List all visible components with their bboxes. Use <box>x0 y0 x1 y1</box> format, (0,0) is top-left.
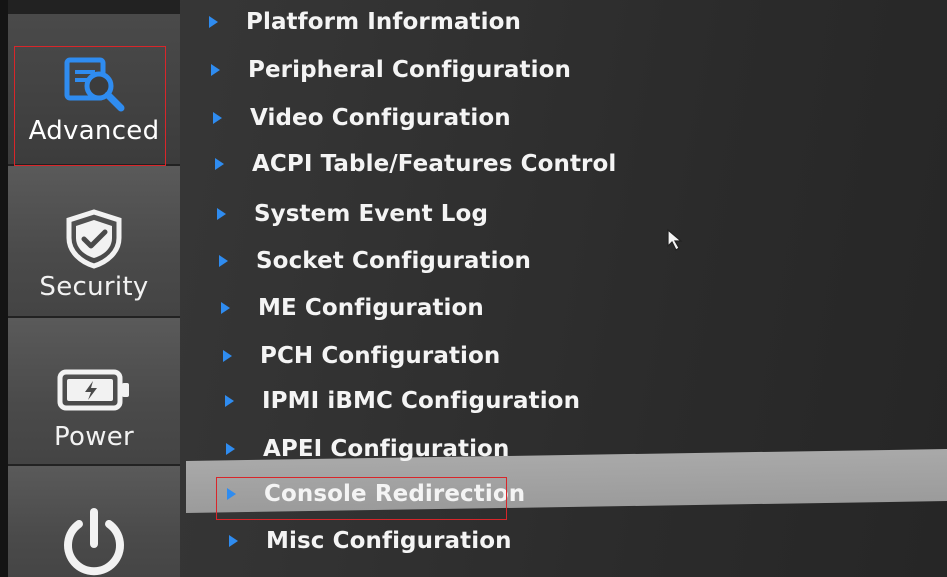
menu-item-video-configuration[interactable]: Video Configuration <box>213 96 511 140</box>
menu-item-ipmi-ibmc-configuration[interactable]: IPMI iBMC Configuration <box>225 379 580 423</box>
console-redirection-highlight-box <box>216 477 507 520</box>
menu-item-peripheral-configuration[interactable]: Peripheral Configuration <box>211 48 571 92</box>
menu-item-label: IPMI iBMC Configuration <box>262 388 581 414</box>
menu-item-label: Misc Configuration <box>266 528 512 554</box>
menu-item-platform-information[interactable]: Platform Information <box>209 0 521 44</box>
advanced-highlight-box <box>14 46 166 166</box>
sidebar-item-power[interactable]: Power <box>8 318 180 464</box>
sidebar-item-security[interactable]: Security <box>8 166 180 316</box>
shield-check-icon <box>59 208 129 270</box>
submenu-arrow-icon <box>219 255 228 267</box>
menu-item-label: Peripheral Configuration <box>248 57 571 83</box>
menu-item-label: Platform Information <box>246 9 522 35</box>
menu-item-label: Socket Configuration <box>256 248 531 274</box>
sidebar-item-boot[interactable] <box>8 466 180 577</box>
submenu-arrow-icon <box>223 350 232 362</box>
menu-item-label: System Event Log <box>254 201 489 227</box>
menu-item-label: ACPI Table/Features Control <box>252 151 617 177</box>
sidebar-item-label: Power <box>53 422 135 452</box>
menu-item-label: Video Configuration <box>250 105 511 131</box>
submenu-arrow-icon <box>211 64 220 76</box>
submenu-arrow-icon <box>226 443 235 455</box>
bios-screen: Advanced Security Power Platform Informa… <box>0 0 947 577</box>
submenu-arrow-icon <box>229 535 238 547</box>
menu-item-apei-configuration[interactable]: APEI Configuration <box>226 427 509 471</box>
battery-icon <box>56 366 132 414</box>
menu-item-label: APEI Configuration <box>263 436 510 462</box>
menu-item-me-configuration[interactable]: ME Configuration <box>221 286 484 330</box>
menu-item-label: ME Configuration <box>258 295 484 321</box>
menu-item-label: PCH Configuration <box>260 343 501 369</box>
menu-item-misc-configuration[interactable]: Misc Configuration <box>229 519 512 563</box>
menu-item-socket-configuration[interactable]: Socket Configuration <box>219 239 531 283</box>
menu-item-pch-configuration[interactable]: PCH Configuration <box>223 334 500 378</box>
submenu-arrow-icon <box>225 395 234 407</box>
mouse-pointer-icon <box>666 228 690 258</box>
menu-item-system-event-log[interactable]: System Event Log <box>217 192 488 236</box>
power-button-icon <box>54 504 134 577</box>
submenu-arrow-icon <box>215 158 224 170</box>
submenu-arrow-icon <box>221 302 230 314</box>
submenu-arrow-icon <box>213 112 222 124</box>
menu-item-acpi-table-features-control[interactable]: ACPI Table/Features Control <box>215 142 616 186</box>
submenu-arrow-icon <box>217 208 226 220</box>
submenu-arrow-icon <box>209 16 218 28</box>
sidebar-item-label: Security <box>39 272 149 302</box>
